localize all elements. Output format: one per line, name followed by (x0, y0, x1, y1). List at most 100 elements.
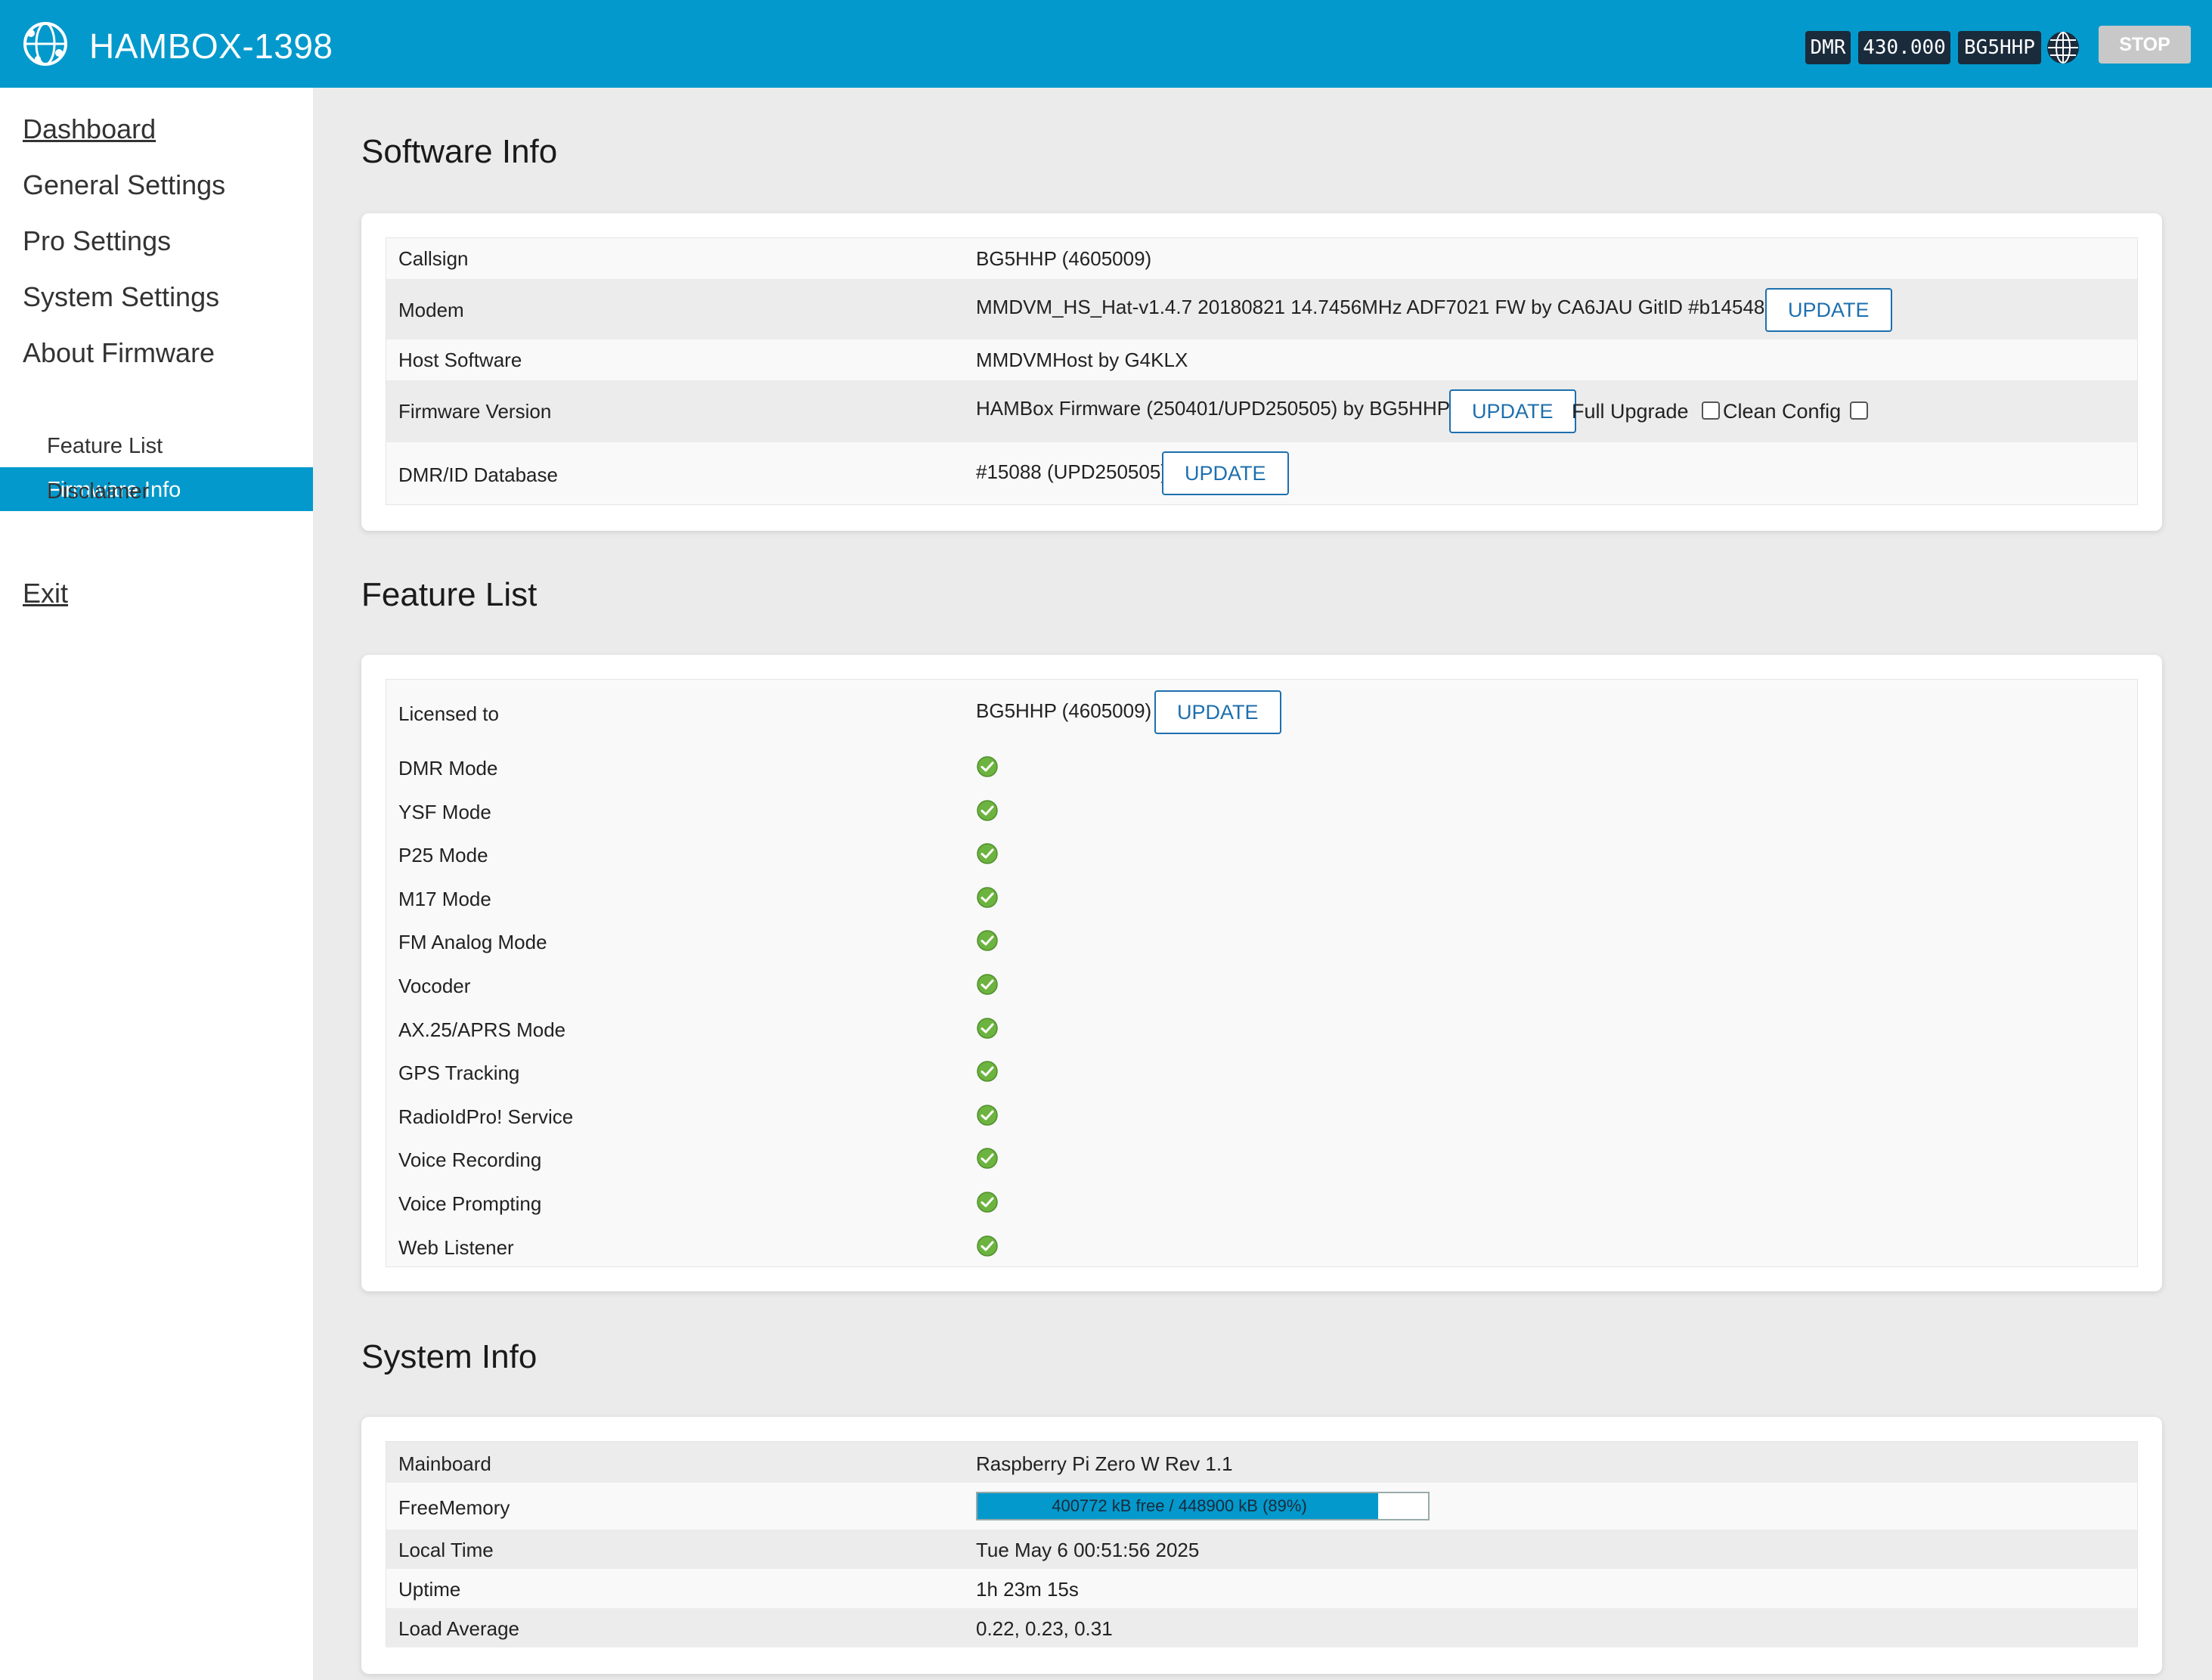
row-label: Local Time (398, 1539, 494, 1561)
check-icon (977, 1017, 998, 1039)
row-value: BG5HHP (4605009) (976, 699, 1152, 722)
feature-row: P25 Mode (386, 833, 2137, 877)
modem-update-button[interactable]: UPDATE (1765, 288, 1892, 332)
check-icon (977, 1235, 998, 1257)
free-memory-bar: 400772 kB free / 448900 kB (89%) (976, 1492, 1430, 1520)
check-icon (977, 756, 998, 777)
firmware-update-button[interactable]: UPDATE (1449, 389, 1576, 433)
feature-list-card: Licensed to BG5HHP (4605009) UPDATE DMR … (361, 655, 2162, 1291)
sidebar-subitem-feature-list[interactable]: Feature List (47, 434, 163, 459)
row-value: Raspberry Pi Zero W Rev 1.1 (976, 1452, 1233, 1475)
feature-label: Voice Prompting (398, 1192, 542, 1215)
row-label: FreeMemory (398, 1496, 510, 1519)
table-row: Uptime 1h 23m 15s (386, 1569, 2137, 1608)
system-info-table: Mainboard Raspberry Pi Zero W Rev 1.1 Fr… (386, 1441, 2138, 1647)
feature-row: AX.25/APRS Mode (386, 1008, 2137, 1052)
table-row: Local Time Tue May 6 00:51:56 2025 (386, 1530, 2137, 1569)
feature-row: GPS Tracking (386, 1051, 2137, 1095)
row-value: MMDVM_HS_Hat-v1.4.7 20180821 14.7456MHz … (976, 296, 1776, 318)
mode-badge: DMR (1805, 31, 1851, 64)
row-value: 0.22, 0.23, 0.31 (976, 1617, 1113, 1640)
app-title: HAMBOX-1398 (89, 26, 333, 66)
callsign-badge: BG5HHP (1958, 31, 2041, 64)
feature-row: Voice Prompting (386, 1182, 2137, 1226)
software-info-title: Software Info (361, 133, 558, 170)
feature-label: AX.25/APRS Mode (398, 1018, 566, 1041)
sidebar: Dashboard General Settings Pro Settings … (0, 88, 313, 1680)
row-value: BG5HHP (4605009) (976, 247, 1152, 270)
feature-row: Voice Recording (386, 1138, 2137, 1182)
row-label: Licensed to (398, 702, 499, 725)
full-upgrade-checkbox[interactable] (1702, 401, 1720, 420)
feature-row: DMR Mode (386, 746, 2137, 790)
feature-row: Web Listener (386, 1226, 2137, 1269)
table-row: Callsign BG5HHP (4605009) (386, 238, 2137, 279)
table-row: Mainboard Raspberry Pi Zero W Rev 1.1 (386, 1442, 2137, 1483)
frequency-badge: 430.000 (1858, 31, 1950, 64)
software-info-card: Callsign BG5HHP (4605009) Modem MMDVM_HS… (361, 213, 2162, 531)
row-label: Mainboard (398, 1452, 491, 1475)
row-label: Firmware Version (398, 400, 552, 423)
license-update-button[interactable]: UPDATE (1154, 690, 1281, 734)
row-value: MMDVMHost by G4KLX (976, 349, 1188, 371)
check-icon (977, 930, 998, 952)
check-icon (977, 1105, 998, 1126)
feature-label: YSF Mode (398, 800, 491, 823)
table-row: Load Average 0.22, 0.23, 0.31 (386, 1608, 2137, 1647)
row-label: Uptime (398, 1578, 461, 1601)
free-memory-text: 400772 kB free / 448900 kB (89%) (1052, 1496, 1307, 1515)
top-bar: HAMBOX-1398 DMR 430.000 BG5HHP STOP (0, 0, 2212, 88)
check-icon (977, 1061, 998, 1082)
system-info-card: Mainboard Raspberry Pi Zero W Rev 1.1 Fr… (361, 1417, 2162, 1674)
table-row: Licensed to BG5HHP (4605009) UPDATE (386, 680, 2137, 746)
check-icon (977, 887, 998, 908)
clean-config-checkbox[interactable] (1850, 401, 1868, 420)
sidebar-item-general-settings[interactable]: General Settings (23, 169, 225, 201)
row-value: #15088 (UPD250505) (976, 460, 1167, 483)
check-icon (977, 974, 998, 995)
feature-label: P25 Mode (398, 844, 488, 867)
system-info-title: System Info (361, 1338, 538, 1375)
feature-label: Web Listener (398, 1235, 514, 1259)
feature-row: YSF Mode (386, 790, 2137, 834)
check-icon (977, 1148, 998, 1170)
feature-label: GPS Tracking (398, 1062, 520, 1085)
check-icon (977, 843, 998, 864)
exit-link[interactable]: Exit (23, 578, 68, 609)
feature-label: RadioIdPro! Service (398, 1105, 574, 1128)
sidebar-item-pro-settings[interactable]: Pro Settings (23, 225, 171, 257)
software-info-table: Callsign BG5HHP (4605009) Modem MMDVM_HS… (386, 237, 2138, 505)
feature-list-title: Feature List (361, 576, 538, 613)
row-label: Host Software (398, 349, 522, 371)
sidebar-item-system-settings[interactable]: System Settings (23, 281, 219, 313)
stop-button[interactable]: STOP (2099, 26, 2191, 64)
feature-row: RadioIdPro! Service (386, 1095, 2137, 1139)
check-icon (977, 799, 998, 821)
feature-label: DMR Mode (398, 757, 498, 780)
sidebar-item-about-firmware[interactable]: About Firmware (23, 337, 215, 369)
hambox-logo-icon (23, 22, 67, 66)
database-update-button[interactable]: UPDATE (1162, 451, 1289, 495)
feature-label: Vocoder (398, 975, 471, 997)
table-row: DMR/ID Database #15088 (UPD250505) UPDAT… (386, 442, 2137, 506)
clean-config-label: Clean Config (1723, 400, 1842, 423)
row-label: Load Average (398, 1617, 519, 1640)
feature-label: FM Analog Mode (398, 931, 547, 954)
row-value: 1h 23m 15s (976, 1578, 1079, 1601)
globe-icon[interactable] (2046, 30, 2080, 65)
feature-row: FM Analog Mode (386, 920, 2137, 964)
table-row: Host Software MMDVMHost by G4KLX (386, 339, 2137, 380)
table-row: FreeMemory 400772 kB free / 448900 kB (8… (386, 1483, 2137, 1530)
row-label: Callsign (398, 247, 469, 270)
feature-label: M17 Mode (398, 887, 491, 910)
row-value: Tue May 6 00:51:56 2025 (976, 1539, 1200, 1561)
feature-row: Vocoder (386, 964, 2137, 1008)
table-row: Modem MMDVM_HS_Hat-v1.4.7 20180821 14.74… (386, 279, 2137, 339)
table-row: Firmware Version HAMBox Firmware (250401… (386, 380, 2137, 442)
row-label: DMR/ID Database (398, 463, 558, 486)
sidebar-item-dashboard[interactable]: Dashboard (23, 113, 156, 145)
feature-row: M17 Mode (386, 877, 2137, 921)
row-label: Modem (398, 299, 464, 321)
sidebar-subitem-disclaimer[interactable]: Disclaimer (47, 479, 149, 504)
row-value: HAMBox Firmware (250401/UPD250505) by BG… (976, 397, 1451, 420)
